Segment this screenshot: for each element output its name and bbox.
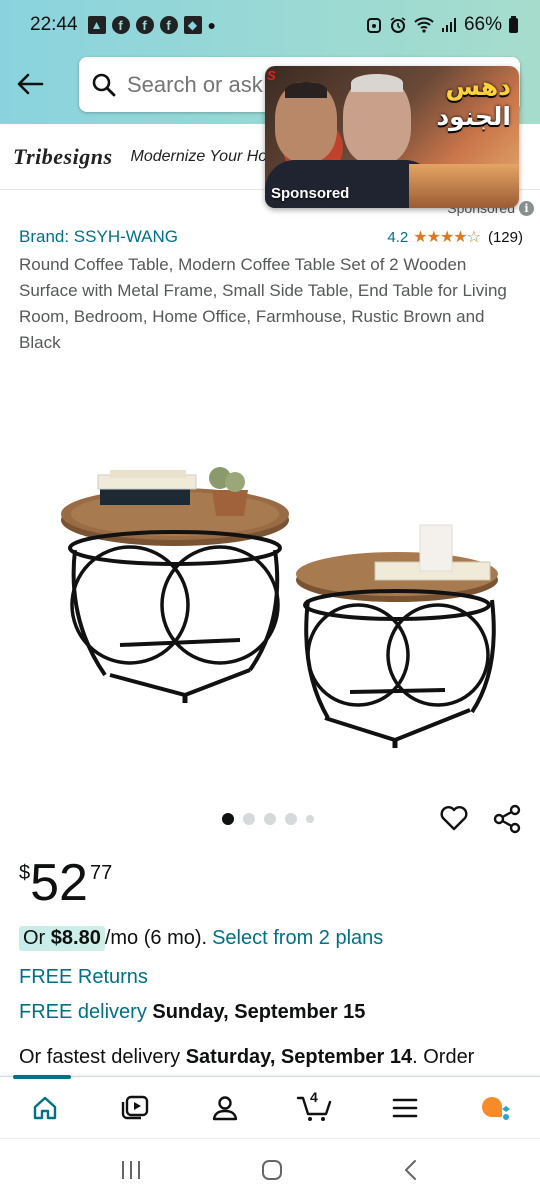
carousel-dot[interactable]	[264, 813, 276, 825]
account-icon	[212, 1095, 238, 1120]
home-icon	[33, 1096, 57, 1119]
search-icon	[92, 73, 116, 96]
nav-menu[interactable]	[360, 1077, 450, 1139]
price-symbol: $	[19, 862, 31, 884]
rating-value: 4.2	[387, 228, 409, 246]
share-button[interactable]	[492, 804, 522, 834]
ad-badge: S	[267, 68, 276, 83]
image-carousel-dots[interactable]	[222, 813, 314, 825]
large-table-graphic	[61, 467, 289, 703]
fastest-prefix: Or fastest delivery	[19, 1046, 186, 1068]
carousel-dot[interactable]	[285, 813, 297, 825]
dot-icon: ●	[207, 17, 217, 33]
product-image[interactable]	[40, 440, 510, 760]
installment-offer: Or $8.80 /mo (6 mo). Select from 2 plans	[19, 926, 383, 951]
price: $ 52 77	[19, 852, 112, 914]
rating[interactable]: 4.2 ★★★★☆ (129)	[387, 227, 523, 247]
price-whole: 52	[30, 854, 88, 912]
video-icon	[121, 1095, 149, 1119]
fastest-delivery: Or fastest delivery Saturday, September …	[19, 1046, 539, 1069]
free-returns-link[interactable]: FREE Returns	[19, 966, 148, 989]
battery-icon	[509, 15, 518, 33]
nav-cart[interactable]: 4	[270, 1077, 360, 1139]
star-rating-icon: ★★★★☆	[413, 229, 481, 246]
menu-icon	[392, 1098, 418, 1117]
ad-headline-line2: الجنود	[436, 102, 511, 131]
carousel-dot[interactable]	[243, 813, 255, 825]
ad-scene-image	[409, 164, 519, 208]
free-delivery-link[interactable]: FREE delivery	[19, 1001, 147, 1023]
free-delivery-date: Sunday, September 15	[152, 1001, 366, 1023]
brand-rating-row: Brand: SSYH-WANG 4.2 ★★★★☆ (129)	[19, 227, 523, 247]
share-icon	[493, 804, 521, 834]
overlay-video-ad[interactable]: دهس الجنود S Sponsored	[265, 66, 519, 208]
small-table-graphic	[296, 524, 498, 748]
battery-percent: 66%	[463, 14, 502, 35]
installment-amount: $8.80	[50, 927, 101, 949]
review-count: (129)	[487, 228, 523, 246]
cart-count-badge: 4	[310, 1088, 318, 1105]
installment-terms: /mo (6 mo).	[104, 927, 208, 949]
add-to-list-button[interactable]	[439, 803, 469, 833]
ad-person-image	[343, 74, 411, 164]
status-bar: 22:44 ▲ f f f ◆ ● 66%	[0, 0, 540, 50]
fastest-date: Saturday, September 14	[185, 1046, 413, 1068]
heart-icon	[440, 806, 468, 831]
installment-prefix: Or	[23, 927, 51, 949]
signal-icon	[441, 18, 456, 32]
nav-video[interactable]	[90, 1077, 180, 1139]
rufus-icon	[482, 1096, 510, 1120]
system-nav-bar	[0, 1138, 540, 1200]
fastest-suffix: . Order	[412, 1046, 475, 1068]
installment-amount-badge: Or $8.80	[19, 926, 105, 951]
brand-link[interactable]: Brand: SSYH-WANG	[19, 227, 178, 247]
price-fraction: 77	[89, 862, 113, 884]
status-right: 66%	[366, 14, 518, 36]
alarm-icon	[366, 18, 381, 33]
home-button[interactable]	[260, 1158, 284, 1182]
facebook-icon: f	[111, 16, 130, 34]
free-delivery: FREE delivery Sunday, September 15	[19, 1001, 365, 1024]
ad-sponsored-label: Sponsored	[271, 185, 350, 202]
carousel-dot[interactable]	[306, 815, 314, 823]
ad-headline: دهس الجنود	[421, 72, 511, 132]
status-time: 22:44	[30, 14, 78, 35]
carousel-dot[interactable]	[222, 813, 234, 825]
brand-logo: Tribesigns	[13, 143, 113, 169]
info-icon[interactable]: i	[519, 200, 534, 216]
back-button[interactable]	[14, 68, 46, 100]
facebook-icon: f	[159, 16, 178, 34]
facebook-icon: f	[135, 16, 154, 34]
status-left: 22:44 ▲ f f f ◆ ●	[30, 14, 216, 36]
ad-person-image	[275, 82, 337, 162]
bottom-nav: 4	[0, 1075, 540, 1139]
app-notification-icon: ◆	[183, 16, 202, 34]
alarm-clock-icon	[390, 17, 406, 33]
photo-notification-icon: ▲	[87, 16, 106, 34]
recent-apps-button[interactable]	[119, 1159, 143, 1181]
ad-headline-line1: دهس	[445, 72, 511, 101]
nav-account[interactable]	[180, 1077, 270, 1139]
back-nav-button[interactable]	[401, 1158, 421, 1182]
back-arrow-icon	[17, 73, 44, 95]
nav-rufus[interactable]	[450, 1077, 540, 1139]
select-plans-link[interactable]: Select from 2 plans	[212, 927, 383, 950]
wifi-icon	[414, 17, 434, 33]
nav-home[interactable]	[0, 1077, 90, 1139]
product-title: Round Coffee Table, Modern Coffee Table …	[19, 255, 507, 352]
